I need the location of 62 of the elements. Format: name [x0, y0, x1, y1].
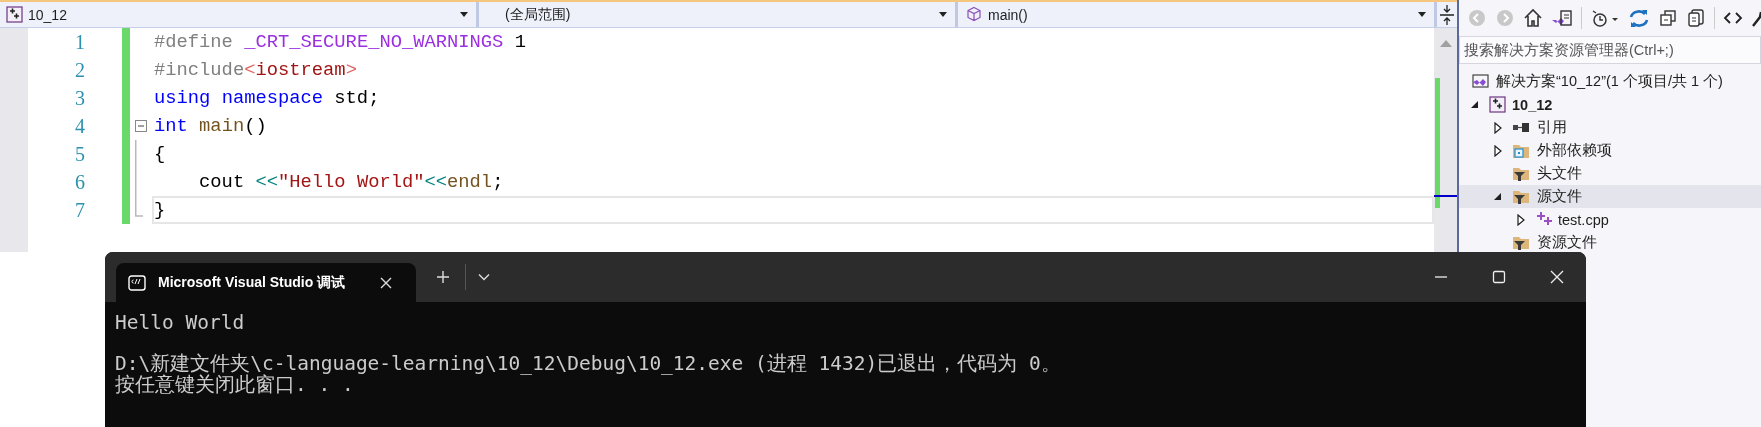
copy-icon[interactable] [1686, 8, 1706, 28]
project-icon [6, 6, 23, 23]
tree-item[interactable]: 10_12 [1459, 93, 1761, 116]
home-icon[interactable] [1523, 8, 1543, 28]
line-number: 2 [74, 58, 85, 83]
code-line: using namespace std; [153, 86, 381, 111]
code-line: int main() [153, 114, 268, 139]
code-line: #define _CRT_SECURE_NO_WARNINGS 1 [153, 30, 527, 55]
tree-item[interactable]: test.cpp [1459, 208, 1761, 231]
collapsed-arrow-icon[interactable] [1517, 213, 1525, 226]
folder-icon [1512, 142, 1531, 159]
scrollbar[interactable] [1434, 28, 1457, 252]
line-number: 5 [74, 142, 85, 167]
close-icon[interactable] [1550, 270, 1564, 284]
expanded-arrow-icon[interactable] [1494, 192, 1502, 201]
tree-item[interactable]: 资源文件 [1459, 231, 1761, 254]
line-number: 1 [74, 30, 85, 55]
project-icon [1489, 96, 1506, 113]
filter-folder-icon [1512, 234, 1531, 251]
console-line: 按任意键关闭此窗口. . . [115, 374, 354, 395]
cpp-file-icon [1535, 211, 1552, 228]
expanded-arrow-icon[interactable] [1471, 100, 1479, 109]
caret-icon [1418, 12, 1426, 17]
maximize-icon[interactable] [1492, 270, 1506, 284]
dropdown-icon[interactable] [478, 273, 490, 281]
new-tab-icon[interactable] [436, 270, 450, 284]
tree-item[interactable]: 引用 [1459, 116, 1761, 139]
tree-item[interactable]: 外部依赖项 [1459, 139, 1761, 162]
filter-folder-icon [1512, 188, 1531, 205]
dropdown[interactable]: (全局范围) [479, 2, 958, 27]
code-line: #include<iostream> [153, 58, 358, 83]
code-line: cout <<"Hello World"<<endl; [198, 170, 505, 195]
search-field[interactable]: 搜索解决方案资源管理器(Ctrl+;) [1459, 36, 1761, 64]
line-number: 6 [74, 170, 85, 195]
solution-icon [1471, 73, 1490, 90]
split-icon[interactable] [1437, 3, 1457, 26]
dropdown[interactable]: main() [958, 2, 1437, 27]
console-icon [128, 274, 146, 291]
caret-icon [939, 12, 947, 17]
tree-item[interactable]: 源文件 [1459, 185, 1761, 208]
collapse-icon[interactable] [135, 120, 147, 132]
solution-switch-icon[interactable] [1551, 8, 1573, 28]
line-number: 4 [74, 114, 85, 139]
console-line: D:\新建文件夹\c-language-learning\10_12\Debug\10_12.exe (进程 1432)已退出，代码为 0。 [115, 353, 1062, 374]
refresh-icon[interactable] [1628, 8, 1650, 28]
caret-marker [1434, 195, 1457, 197]
history-icon[interactable] [1590, 8, 1620, 28]
close-icon[interactable] [380, 276, 392, 289]
terminal-tab[interactable]: Microsoft Visual Studio 调试 [116, 263, 416, 302]
collapsed-arrow-icon[interactable] [1494, 121, 1502, 134]
tab-title: Microsoft Visual Studio 调试 [158, 273, 347, 292]
collapse-all-icon[interactable] [1658, 8, 1678, 28]
collapsed-arrow-icon[interactable] [1494, 144, 1502, 157]
caret-icon [460, 12, 468, 17]
cube-icon [966, 6, 983, 23]
tree-item[interactable]: 头文件 [1459, 162, 1761, 185]
line-number: 3 [74, 86, 85, 111]
console-line: Hello World [115, 312, 246, 333]
code-line: { [153, 142, 167, 167]
tree-item[interactable]: 解决方案“10_12”(1 个项目/共 1 个) [1459, 70, 1761, 93]
line-number: 7 [74, 198, 85, 223]
filter-folder-icon [1512, 165, 1531, 182]
